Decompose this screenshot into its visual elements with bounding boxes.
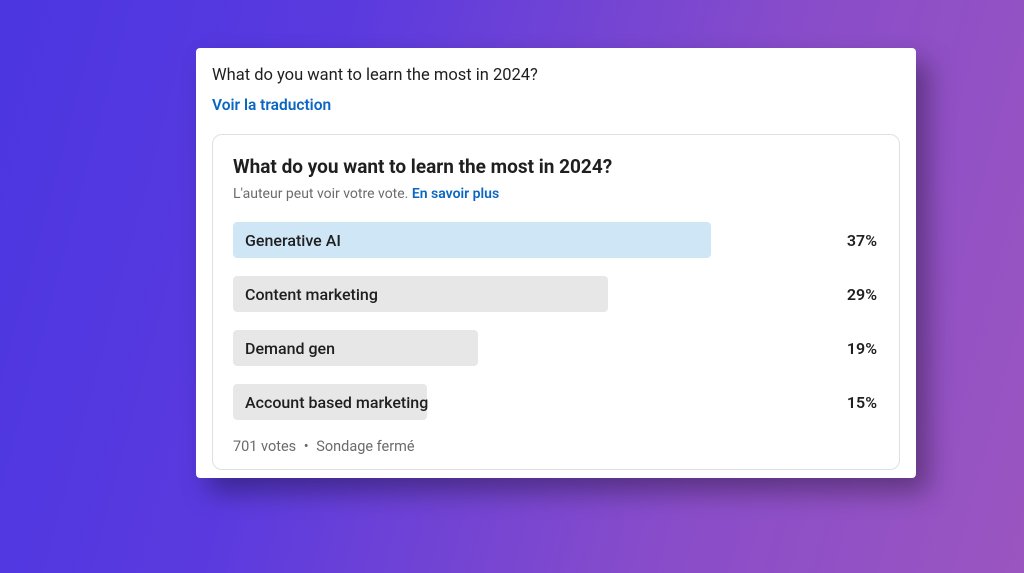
poll-footer: 701 votes • Sondage fermé: [233, 438, 879, 455]
poll-option-row[interactable]: Demand gen 19%: [233, 330, 879, 366]
poll-option-percent: 29%: [847, 285, 879, 304]
poll-status: Sondage fermé: [316, 438, 414, 455]
poll-option-label: Account based marketing: [233, 393, 428, 412]
poll-title: What do you want to learn the most in 20…: [233, 155, 879, 178]
poll-option-label: Generative AI: [233, 231, 341, 250]
poll-option-row[interactable]: Generative AI 37%: [233, 222, 879, 258]
poll-option-percent: 37%: [847, 231, 879, 250]
poll-container: What do you want to learn the most in 20…: [212, 134, 900, 470]
poll-option-row[interactable]: Account based marketing 15%: [233, 384, 879, 420]
poll-option-label: Demand gen: [233, 339, 335, 358]
poll-option-label: Content marketing: [233, 285, 378, 304]
separator-dot: •: [304, 438, 309, 455]
poll-card: What do you want to learn the most in 20…: [196, 48, 916, 478]
translate-link[interactable]: Voir la traduction: [212, 96, 331, 114]
poll-option-percent: 19%: [847, 339, 879, 358]
poll-visibility-text: L'auteur peut voir votre vote.: [233, 186, 408, 202]
post-question-text: What do you want to learn the most in 20…: [212, 66, 900, 85]
poll-options-list: Generative AI 37% Content marketing 29% Dema…: [233, 222, 879, 420]
learn-more-link[interactable]: En savoir plus: [412, 186, 499, 202]
poll-visibility-note: L'auteur peut voir votre vote. En savoir…: [233, 186, 879, 202]
poll-vote-count: 701 votes: [233, 438, 296, 455]
poll-option-row[interactable]: Content marketing 29%: [233, 276, 879, 312]
poll-option-percent: 15%: [847, 393, 879, 412]
